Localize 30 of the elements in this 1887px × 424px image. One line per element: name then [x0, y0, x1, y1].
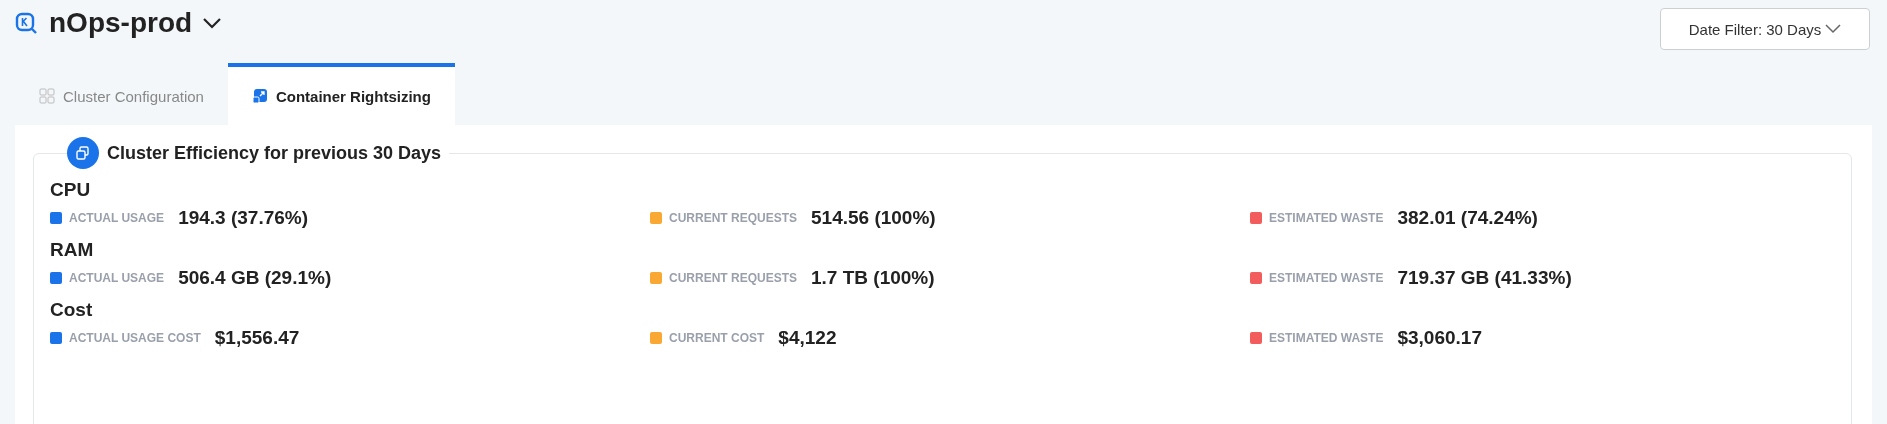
metric-label: ACTUAL USAGE	[69, 211, 165, 225]
group-label: RAM	[50, 239, 95, 261]
tab[interactable]: Container Rightsizing	[227, 63, 455, 125]
metric-label: ACTUAL USAGE	[69, 271, 165, 285]
grid-icon	[39, 88, 55, 104]
chevron-down-icon[interactable]	[202, 17, 223, 29]
metric-label: CURRENT REQUESTS	[669, 211, 797, 225]
metric-value: $4,122	[778, 327, 837, 349]
metric-value: 382.01 (74.24%)	[1397, 207, 1538, 229]
metric-label: ESTIMATED WASTE	[1269, 331, 1384, 345]
metric-value: 514.56 (100%)	[811, 207, 936, 229]
metric-value: 1.7 TB (100%)	[811, 267, 935, 289]
cluster-search-icon	[15, 12, 39, 36]
group-label: CPU	[50, 179, 92, 201]
metric-value: $3,060.17	[1397, 327, 1482, 349]
metric-value: 194.3 (37.76%)	[178, 207, 309, 229]
group-label: Cost	[50, 299, 94, 321]
metric-value: 506.4 GB (29.1%)	[178, 267, 332, 289]
metric-label: ACTUAL USAGE COST	[69, 331, 201, 345]
date-filter-dropdown[interactable]: Date Filter: 30 Days	[1660, 8, 1870, 50]
metric-label: ESTIMATED WASTE	[1269, 211, 1384, 225]
metric-label: CURRENT COST	[669, 331, 765, 345]
chevron-down-icon	[1825, 24, 1842, 34]
metric-value: $1,556.47	[214, 327, 300, 349]
metric-label: CURRENT REQUESTS	[669, 271, 797, 285]
section-title: Cluster Efficiency for previous 30 Days	[107, 142, 442, 164]
metric-label: ESTIMATED WASTE	[1269, 271, 1384, 285]
cluster-title: nOps-prod	[49, 7, 193, 39]
metric-value: 719.37 GB (41.33%)	[1397, 267, 1572, 289]
resize-icon	[251, 88, 268, 104]
